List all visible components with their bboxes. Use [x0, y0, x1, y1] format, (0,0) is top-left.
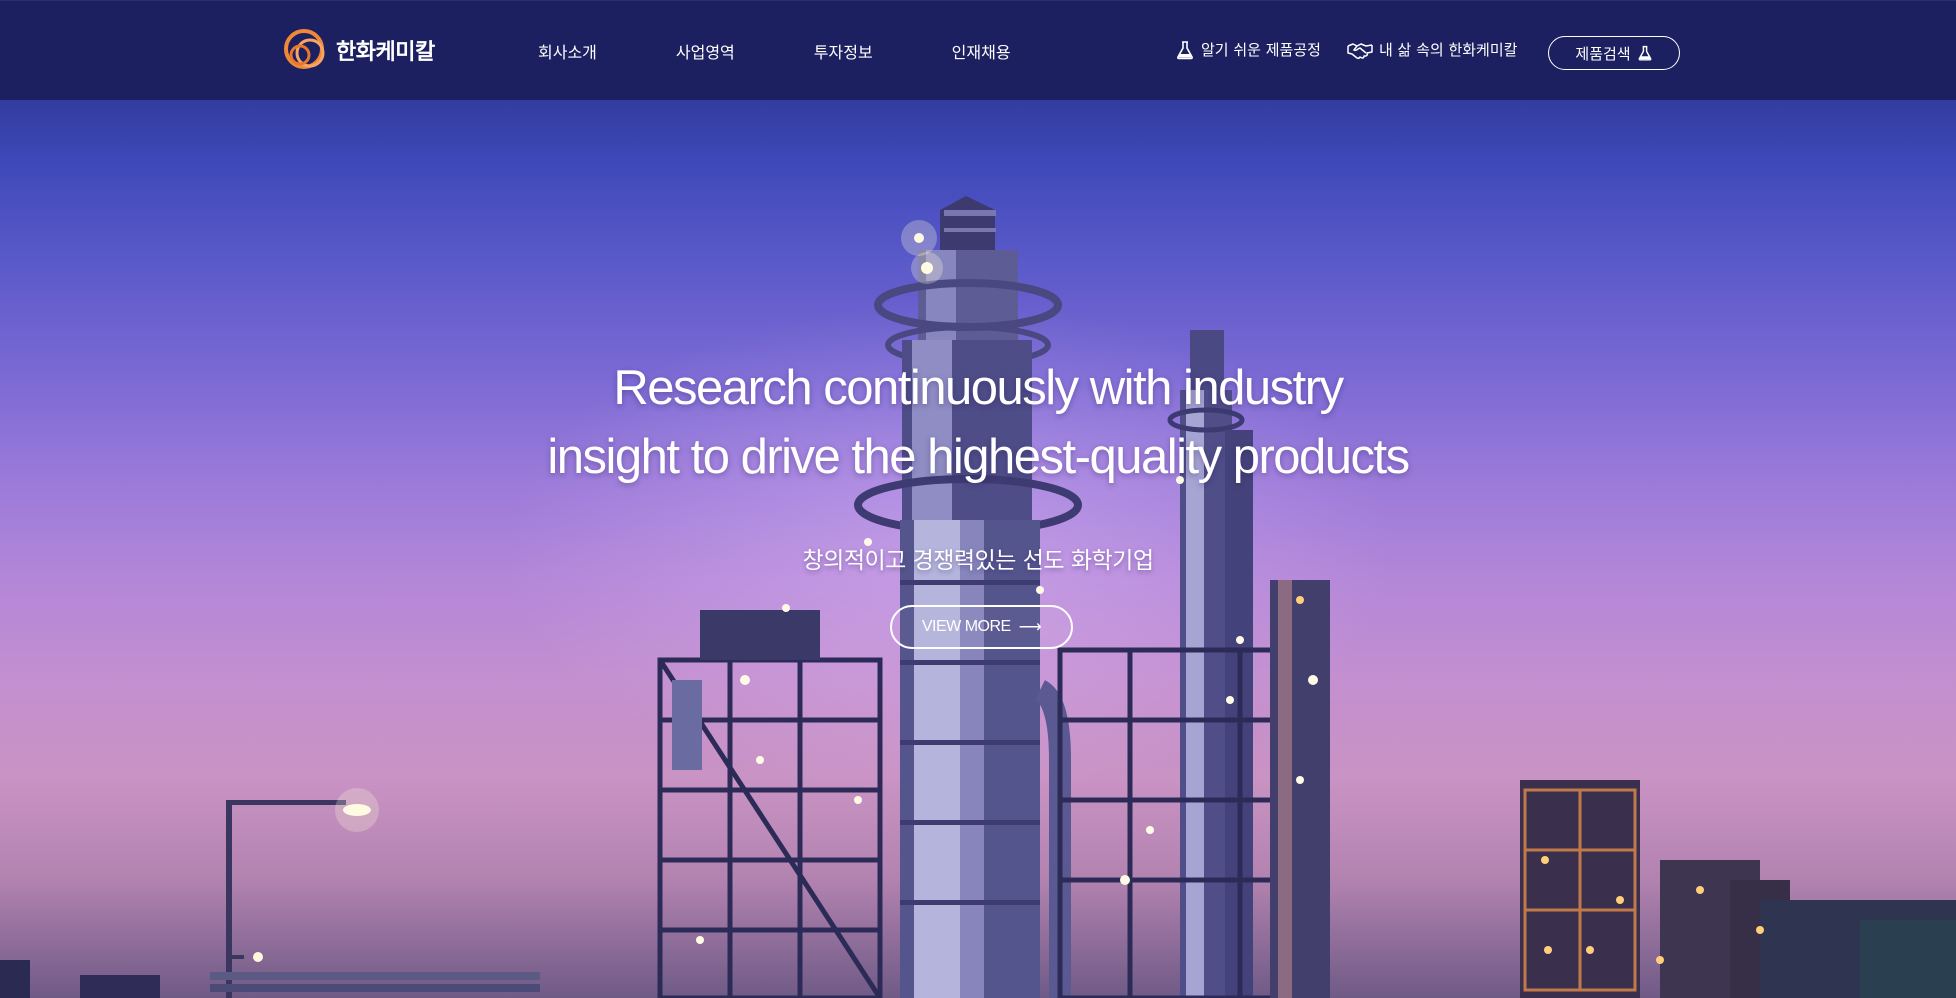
nav-item-careers[interactable]: 인재채용 — [952, 39, 1011, 63]
main-navigation: 회사소개 사업영역 투자정보 인재채용 — [538, 39, 1090, 63]
util-link-product-process[interactable]: 알기 쉬운 제품공정 — [1175, 39, 1321, 60]
logo[interactable]: 한화케미칼 — [280, 25, 435, 75]
hero-headline: Research continuously with industry insi… — [0, 354, 1956, 492]
product-search-button[interactable]: 제품검색 — [1548, 36, 1680, 70]
logo-mark-icon — [284, 29, 325, 69]
hero-headline-line2: insight to drive the highest-quality pro… — [547, 430, 1410, 484]
handshake-icon — [1347, 42, 1373, 59]
view-more-label: VIEW MORE — [921, 618, 1011, 635]
util-link-in-my-life[interactable]: 내 삶 속의 한화케미칼 — [1347, 39, 1518, 60]
nav-item-investors[interactable]: 투자정보 — [814, 39, 873, 63]
utility-links: 알기 쉬운 제품공정 내 삶 속의 한화케미칼 — [1175, 39, 1543, 60]
site-header: 한화케미칼 회사소개 사업영역 투자정보 인재채용 알기 쉬운 제품공정 내 삶… — [0, 0, 1956, 100]
hero-headline-line1: Research continuously with industry — [613, 361, 1344, 415]
flask-icon — [1177, 40, 1193, 59]
util-link-in-my-life-label: 내 삶 속의 한화케미칼 — [1378, 41, 1518, 59]
arrow-right-icon: ⟶ — [1018, 619, 1042, 636]
nav-item-company[interactable]: 회사소개 — [538, 39, 597, 63]
flask-icon — [1638, 45, 1652, 61]
view-more-button[interactable]: VIEW MORE ⟶ — [890, 605, 1073, 649]
nav-item-business[interactable]: 사업영역 — [676, 39, 735, 63]
logo-text: 한화케미칼 — [336, 40, 435, 65]
hero-subline: 창의적이고 경쟁력있는 선도 화학기업 — [802, 548, 1155, 574]
product-search-label: 제품검색 — [1575, 44, 1631, 63]
util-link-product-process-label: 알기 쉬운 제품공정 — [1201, 41, 1321, 59]
refinery-illustration — [0, 196, 1956, 998]
hero-banner — [0, 0, 1956, 998]
